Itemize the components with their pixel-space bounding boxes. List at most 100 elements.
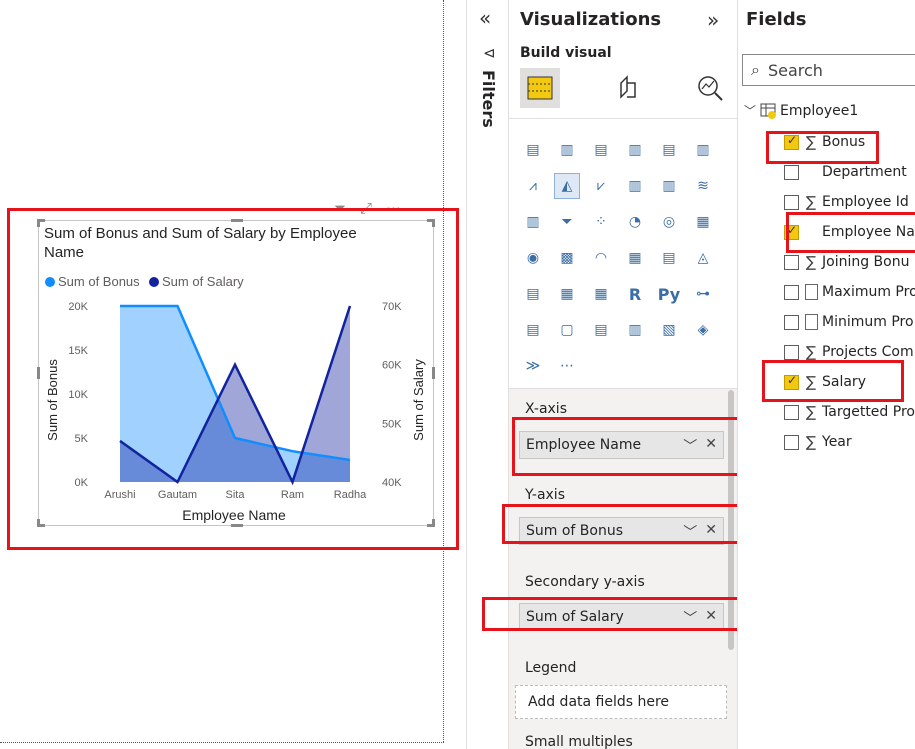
field-name: Minimum Pro (822, 314, 914, 330)
focus-mode-icon[interactable]: ⤢ (360, 199, 372, 217)
x-axis-well-label: X-axis (525, 401, 567, 417)
field-checkbox[interactable] (784, 255, 799, 270)
azure-map-visual-icon[interactable]: ▧ (656, 317, 682, 343)
remove-field-icon[interactable]: ✕ (705, 522, 717, 542)
line-clustered-visual-icon[interactable]: ▥ (656, 173, 682, 199)
calculator-icon (805, 284, 818, 300)
field-name: Employee Na (822, 224, 915, 240)
pill-actions: ﹀ ✕ (683, 522, 717, 542)
filled-map-visual-icon[interactable]: ▩ (554, 245, 580, 271)
build-visual-icon[interactable] (520, 68, 560, 108)
search-input[interactable]: ⌕ Search (742, 54, 915, 86)
y-tick-label: 5K (75, 433, 89, 445)
map-visual-icon[interactable]: ◉ (520, 245, 546, 271)
field-checkbox[interactable] (784, 435, 799, 450)
legend-drop-zone[interactable]: Add data fields here (515, 685, 727, 719)
area-visual-icon[interactable]: ◭ (554, 173, 580, 199)
filters-label[interactable]: Filters (479, 70, 498, 128)
multi-row-card-visual-icon[interactable]: ▤ (656, 245, 682, 271)
chevron-down-icon[interactable]: ﹀ (683, 522, 697, 542)
scatter-visual-icon[interactable]: ⁘ (588, 209, 614, 235)
treemap-visual-icon[interactable]: ▦ (690, 209, 716, 235)
kpi-visual-icon[interactable]: ◬ (690, 245, 716, 271)
table-visual-icon[interactable]: ▦ (554, 281, 580, 307)
qa-visual-icon[interactable]: ▢ (554, 317, 580, 343)
100-bar-visual-icon[interactable]: ▤ (656, 137, 682, 163)
chevron-down-icon[interactable]: ﹀ (683, 436, 697, 456)
line-visual-icon[interactable]: ⩘ (520, 173, 546, 199)
stacked-column-visual-icon[interactable]: ▥ (554, 137, 580, 163)
clustered-column-visual-icon[interactable]: ▥ (622, 137, 648, 163)
stacked-bar-visual-icon[interactable]: ▤ (520, 137, 546, 163)
pie-visual-icon[interactable]: ◔ (622, 209, 648, 235)
x-axis-field-name: Employee Name (526, 437, 642, 453)
y-axis-well-label: Y-axis (525, 487, 565, 503)
x-axis-field-pill[interactable]: Employee Name ﹀ ✕ (519, 431, 724, 459)
slicer-visual-icon[interactable]: ▤ (520, 281, 546, 307)
table-icon (760, 103, 777, 119)
field-checkbox[interactable] (784, 223, 799, 240)
field-checkbox[interactable] (784, 373, 799, 390)
analytics-icon-glyph (698, 76, 723, 101)
chevron-down-icon[interactable]: ﹀ (744, 102, 756, 119)
python-visual-visual-icon[interactable]: Py (656, 281, 682, 307)
fields-pane: Fields ⌕ Search ﹀ Employee1 ∑ Bonus Depart… (737, 0, 915, 749)
field-name: Department (822, 164, 907, 180)
legend-salary-marker (149, 277, 159, 287)
decomposition-tree-visual-icon[interactable]: ▤ (520, 317, 546, 343)
remove-field-icon[interactable]: ✕ (705, 436, 717, 456)
secondary-y-axis-field-pill[interactable]: Sum of Salary ﹀ ✕ (519, 603, 724, 631)
more-options-icon[interactable]: ⋯ (386, 199, 401, 217)
table-node-employee1[interactable]: ﹀ Employee1 (744, 102, 858, 119)
filter-icon[interactable]: ⏷ (334, 199, 346, 217)
field-checkbox[interactable] (784, 285, 799, 300)
field-checkbox[interactable] (784, 345, 799, 360)
field-checkbox[interactable] (784, 195, 799, 210)
stacked-area-visual-icon[interactable]: ⩗ (588, 173, 614, 199)
gauge-visual-icon[interactable]: ◠ (588, 245, 614, 271)
line-column-visual-icon[interactable]: ▥ (622, 173, 648, 199)
field-checkbox[interactable] (784, 165, 799, 180)
field-name: Employee Id (822, 194, 909, 210)
build-visual-icon-glyph (527, 76, 553, 100)
y-axis-field-pill[interactable]: Sum of Bonus ﹀ ✕ (519, 517, 724, 545)
vertical-scrollbar[interactable] (728, 390, 734, 650)
sigma-icon: ∑ (806, 373, 817, 391)
expand-pane-icon[interactable]: » (707, 8, 719, 32)
filters-pane-collapsed[interactable]: « ⊲ Filters (466, 0, 508, 749)
y-tick-label: 20K (68, 301, 88, 313)
funnel-visual-icon[interactable]: ⏷ (554, 209, 580, 235)
legend-salary-label[interactable]: Sum of Salary (162, 274, 244, 289)
power-automate-visual-icon[interactable]: ≫ (520, 353, 546, 379)
field-name: Projects Com (822, 344, 914, 360)
analytics-icon[interactable] (690, 68, 730, 108)
secondary-y-axis-field-name: Sum of Salary (526, 609, 624, 625)
ribbon-visual-icon[interactable]: ≋ (690, 173, 716, 199)
card-visual-icon[interactable]: ▦ (622, 245, 648, 271)
format-visual-icon-glyph (620, 75, 636, 99)
matrix-visual-icon[interactable]: ▦ (588, 281, 614, 307)
collapse-pane-icon[interactable]: « (479, 6, 491, 30)
remove-field-icon[interactable]: ✕ (705, 608, 717, 628)
waterfall-visual-icon[interactable]: ▥ (520, 209, 546, 235)
legend-bonus-label[interactable]: Sum of Bonus (58, 274, 140, 289)
more-visual-icon[interactable]: ⋯ (554, 353, 580, 379)
field-checkbox[interactable] (784, 133, 799, 150)
secondary-y-axis-well-label: Secondary y-axis (525, 574, 645, 590)
smart-narrative-visual-icon[interactable]: ▤ (588, 317, 614, 343)
funnel-icon: ⊲ (483, 44, 496, 62)
r-visual-visual-icon[interactable]: R (622, 281, 648, 307)
key-influencers-visual-icon[interactable]: ⊶ (690, 281, 716, 307)
field-checkbox[interactable] (784, 315, 799, 330)
chart-svg: Sum of Bonus and Sum of Salary by Employ… (44, 225, 426, 523)
field-checkbox[interactable] (784, 405, 799, 420)
y2-axis-title: Sum of Salary (411, 359, 426, 441)
chevron-down-icon[interactable]: ﹀ (683, 608, 697, 628)
power-apps-visual-icon[interactable]: ◈ (690, 317, 716, 343)
100-column-visual-icon[interactable]: ▥ (690, 137, 716, 163)
paginated-visual-icon[interactable]: ▥ (622, 317, 648, 343)
donut-visual-icon[interactable]: ◎ (656, 209, 682, 235)
y2-tick-label: 50K (382, 418, 402, 430)
clustered-bar-visual-icon[interactable]: ▤ (588, 137, 614, 163)
format-visual-icon[interactable] (608, 68, 648, 108)
